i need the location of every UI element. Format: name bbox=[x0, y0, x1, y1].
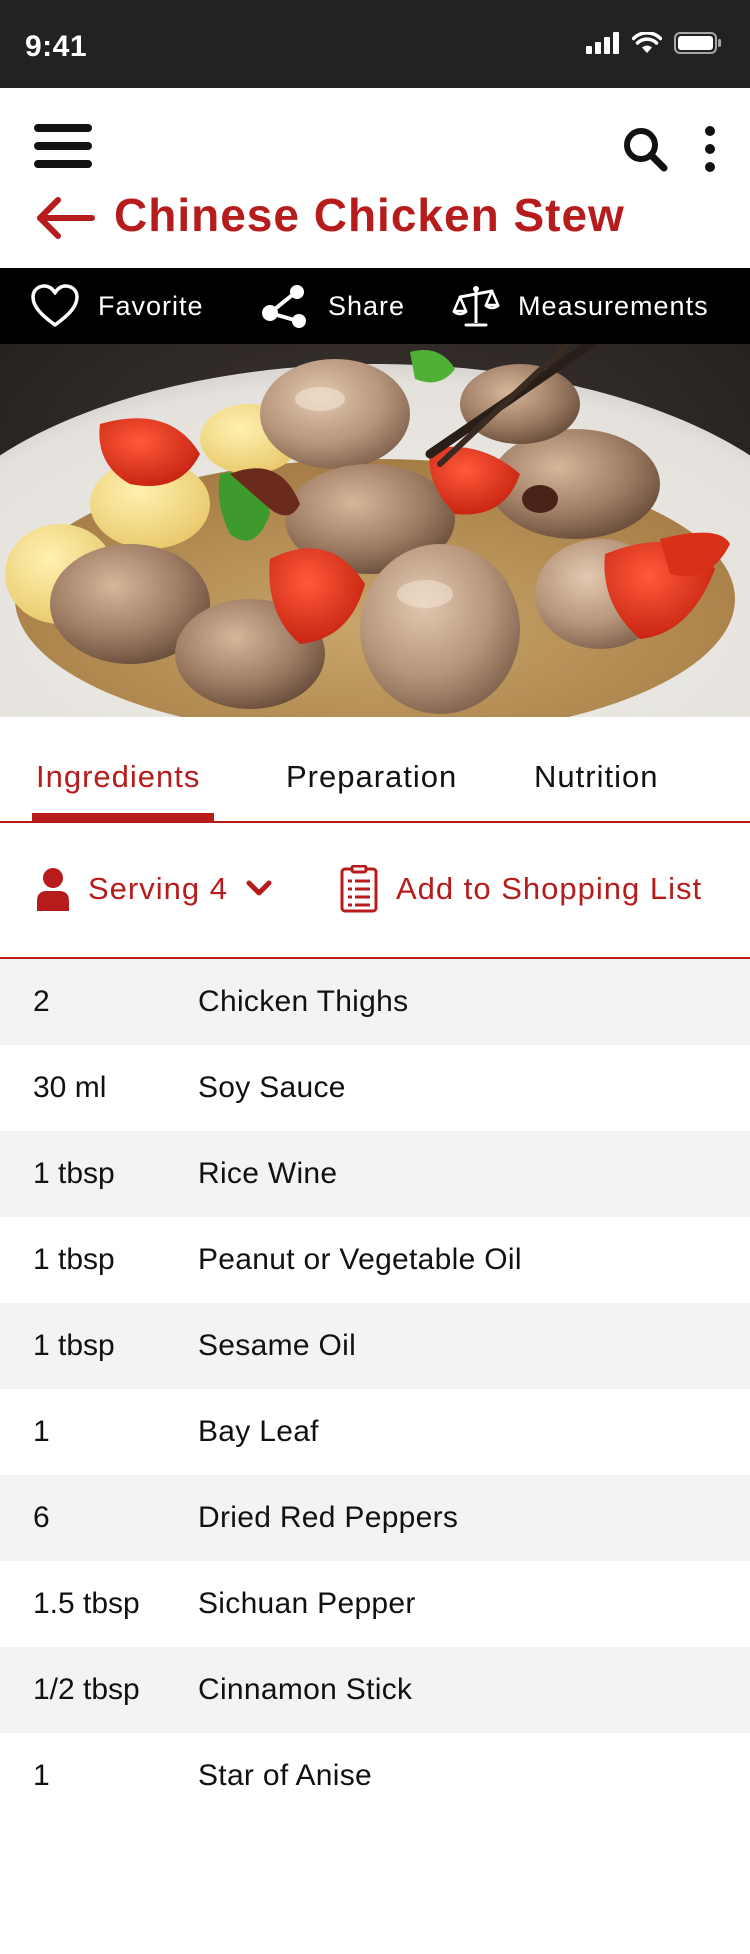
measurements-label: Measurements bbox=[518, 290, 709, 321]
ingredient-row: 1 Star of Anise bbox=[0, 1733, 750, 1819]
scale-icon bbox=[452, 286, 500, 327]
ingredient-name: Cinnamon Stick bbox=[198, 1673, 413, 1706]
serving-label: Serving 4 bbox=[88, 871, 228, 906]
ingredient-row: 1 tbsp Rice Wine bbox=[0, 1131, 750, 1217]
serving-row: Serving 4 Add to Shopping List bbox=[0, 823, 750, 959]
ingredient-row: 2 Chicken Thighs bbox=[0, 959, 750, 1045]
share-button[interactable]: Share bbox=[260, 268, 405, 344]
shopping-list-label: Add to Shopping List bbox=[396, 871, 703, 906]
ingredient-name: Sichuan Pepper bbox=[198, 1587, 416, 1620]
serving-selector[interactable]: Serving 4 bbox=[36, 865, 272, 913]
ingredient-name: Sesame Oil bbox=[198, 1329, 357, 1362]
ingredient-quantity: 1/2 tbsp bbox=[33, 1673, 140, 1706]
ingredient-name: Star of Anise bbox=[198, 1759, 372, 1792]
status-bar: 9:41 bbox=[0, 0, 750, 88]
action-bar: Favorite Share Measurements bbox=[0, 268, 750, 344]
ingredients-list: 2 Chicken Thighs 30 ml Soy Sauce 1 tbsp … bbox=[0, 959, 750, 1819]
ingredient-name: Peanut or Vegetable Oil bbox=[198, 1243, 522, 1276]
person-icon bbox=[37, 868, 69, 911]
share-icon bbox=[262, 285, 306, 328]
favorite-button[interactable]: Favorite bbox=[30, 268, 204, 344]
active-tab-indicator bbox=[32, 813, 214, 821]
tab-preparation[interactable]: Preparation bbox=[286, 759, 457, 795]
share-label: Share bbox=[328, 290, 406, 321]
hamburger-menu-icon[interactable] bbox=[34, 124, 92, 168]
ingredient-row: 1.5 tbsp Sichuan Pepper bbox=[0, 1561, 750, 1647]
ingredient-row: 1/2 tbsp Cinnamon Stick bbox=[0, 1647, 750, 1733]
ingredient-name: Bay Leaf bbox=[198, 1415, 319, 1448]
status-time: 9:41 bbox=[25, 30, 88, 63]
heart-icon bbox=[31, 284, 79, 327]
battery-icon bbox=[674, 32, 721, 54]
ingredient-name: Rice Wine bbox=[198, 1157, 338, 1190]
search-icon[interactable] bbox=[620, 124, 670, 174]
ingredient-row: 1 Bay Leaf bbox=[0, 1389, 750, 1475]
ingredient-name: Chicken Thighs bbox=[198, 985, 409, 1018]
favorite-label: Favorite bbox=[98, 290, 204, 321]
back-arrow-icon[interactable] bbox=[34, 196, 96, 240]
ingredient-name: Dried Red Peppers bbox=[198, 1501, 459, 1534]
shopping-list-icon bbox=[340, 865, 378, 913]
ingredient-quantity: 1 bbox=[33, 1415, 50, 1448]
ingredient-quantity: 1.5 tbsp bbox=[33, 1587, 140, 1620]
ingredient-row: 30 ml Soy Sauce bbox=[0, 1045, 750, 1131]
chevron-down-icon bbox=[246, 880, 272, 896]
more-vertical-icon[interactable] bbox=[696, 124, 724, 174]
ingredient-quantity: 6 bbox=[33, 1501, 50, 1534]
wifi-icon bbox=[632, 32, 662, 53]
ingredient-quantity: 2 bbox=[33, 985, 50, 1018]
ingredient-row: 1 tbsp Peanut or Vegetable Oil bbox=[0, 1217, 750, 1303]
ingredient-row: 6 Dried Red Peppers bbox=[0, 1475, 750, 1561]
ingredient-quantity: 1 bbox=[33, 1759, 50, 1792]
ingredient-quantity: 1 tbsp bbox=[33, 1243, 115, 1276]
measurements-button[interactable]: Measurements bbox=[452, 268, 709, 344]
recipe-photo bbox=[0, 344, 750, 717]
tab-nutrition[interactable]: Nutrition bbox=[534, 759, 658, 795]
ingredient-quantity: 1 tbsp bbox=[33, 1157, 115, 1190]
recipe-tabs: Ingredients Preparation Nutrition bbox=[0, 717, 750, 823]
add-to-shopping-list-button[interactable]: Add to Shopping List bbox=[340, 863, 702, 915]
ingredient-quantity: 1 tbsp bbox=[33, 1329, 115, 1362]
tab-ingredients[interactable]: Ingredients bbox=[36, 759, 200, 795]
app-header: Chinese Chicken Stew bbox=[0, 88, 750, 268]
ingredient-name: Soy Sauce bbox=[198, 1071, 346, 1104]
ingredient-quantity: 30 ml bbox=[33, 1071, 107, 1104]
page-title: Chinese Chicken Stew bbox=[114, 189, 625, 241]
signal-icon bbox=[586, 32, 619, 54]
status-icons bbox=[586, 32, 722, 54]
ingredient-row: 1 tbsp Sesame Oil bbox=[0, 1303, 750, 1389]
